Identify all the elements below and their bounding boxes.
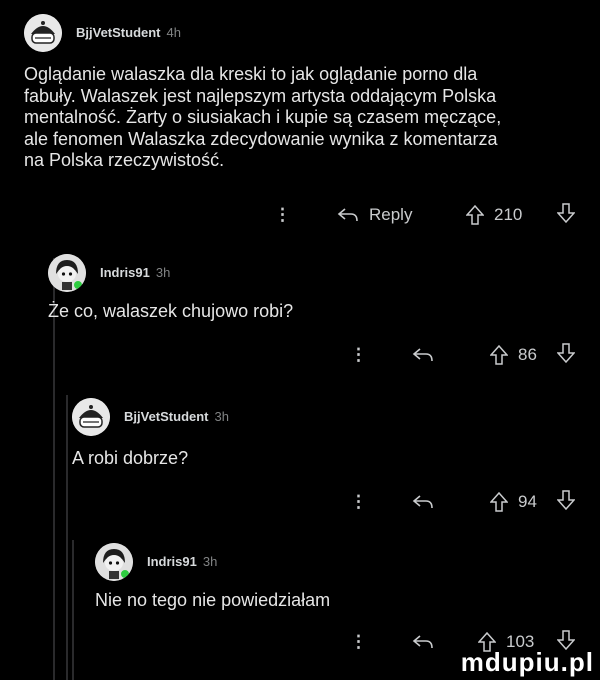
username[interactable]: BjjVetStudent — [76, 25, 161, 40]
more-options-icon[interactable]: ⋮ — [350, 345, 367, 365]
upvote-button[interactable]: 94 — [490, 492, 537, 512]
avatar[interactable] — [95, 543, 133, 581]
comment-header: Indris91 3h — [48, 254, 170, 292]
comment-body: Że co, walaszek chujowo robi? — [48, 301, 578, 323]
vote-count: 94 — [518, 492, 537, 511]
comment-header: Indris91 3h — [95, 543, 217, 581]
downvote-button[interactable] — [557, 489, 575, 515]
downvote-arrow-icon — [557, 202, 575, 223]
snoo-dark-hair-icon — [95, 543, 133, 581]
downvote-button[interactable] — [557, 202, 575, 228]
snoo-dark-hair-icon — [48, 254, 86, 292]
comment-header: BjjVetStudent 3h — [72, 398, 229, 436]
more-options-icon[interactable]: ⋮ — [274, 205, 291, 225]
comment-age: 3h — [202, 554, 218, 569]
comment-body: A robi dobrze? — [72, 448, 572, 470]
comment-text-line: mentalność. Żarty o siusiakach i kupie s… — [24, 107, 502, 127]
reply-label: Reply — [369, 205, 413, 224]
upvote-arrow-icon — [490, 345, 508, 365]
downvote-arrow-icon — [557, 489, 575, 510]
comment-text-line: Że co, walaszek chujowo robi? — [48, 301, 294, 321]
reply-button[interactable] — [412, 347, 434, 363]
more-options-icon[interactable]: ⋮ — [350, 492, 367, 512]
snoo-helmet-icon — [72, 398, 110, 436]
reply-arrow-icon — [337, 208, 358, 222]
username[interactable]: Indris91 — [147, 554, 197, 569]
comment-text-line: na Polska rzeczywistość. — [24, 150, 225, 170]
upvote-button[interactable]: 210 — [466, 205, 522, 225]
comment-actions: ⋮ 86 — [0, 340, 600, 370]
username[interactable]: BjjVetStudent — [124, 409, 209, 424]
upvote-arrow-icon — [490, 492, 508, 512]
snoo-helmet-icon — [24, 14, 62, 52]
downvote-arrow-icon — [557, 342, 575, 363]
thread-line-3 — [72, 540, 74, 680]
watermark-logo: mdupiu.pl — [460, 647, 594, 677]
reply-arrow-icon — [412, 635, 433, 649]
comment-body: Nie no tego nie powiedziałam — [95, 590, 575, 612]
comment-text-line: Oglądanie walaszka dla kreski to jak ogl… — [24, 64, 478, 84]
comment-text-line: ale fenomen Walaszka zdecydowanie wynika… — [24, 128, 498, 149]
comment-actions: ⋮ Reply 210 — [0, 200, 600, 230]
comment-actions: ⋮ 94 — [0, 487, 600, 517]
reply-button[interactable] — [412, 494, 434, 510]
comment-age: 4h — [166, 25, 181, 40]
comment-age: 3h — [214, 409, 229, 424]
reply-arrow-icon — [412, 348, 433, 362]
upvote-button[interactable]: 86 — [490, 345, 537, 365]
reply-button[interactable] — [412, 634, 434, 650]
downvote-button[interactable] — [557, 342, 575, 368]
comment-text-line: Nie no tego nie powiedziałam — [95, 590, 331, 610]
comment-text-line: fabuły. Walaszek jest najlepszym artysta… — [24, 85, 497, 106]
avatar[interactable] — [48, 254, 86, 292]
reply-button[interactable]: Reply — [337, 205, 412, 225]
username[interactable]: Indris91 — [100, 265, 150, 280]
comment-text-line: A robi dobrze? — [72, 448, 189, 468]
more-options-icon[interactable]: ⋮ — [350, 632, 367, 652]
reply-arrow-icon — [412, 495, 433, 509]
comment-body: Oglądanie walaszka dla kreski to jak ogl… — [24, 64, 584, 172]
comment-header: BjjVetStudent 4h — [24, 14, 181, 52]
vote-count: 210 — [494, 205, 523, 224]
comment-age: 3h — [155, 265, 171, 280]
avatar[interactable] — [24, 14, 62, 52]
upvote-arrow-icon — [466, 205, 484, 225]
vote-count: 86 — [518, 345, 537, 364]
avatar[interactable] — [72, 398, 110, 436]
